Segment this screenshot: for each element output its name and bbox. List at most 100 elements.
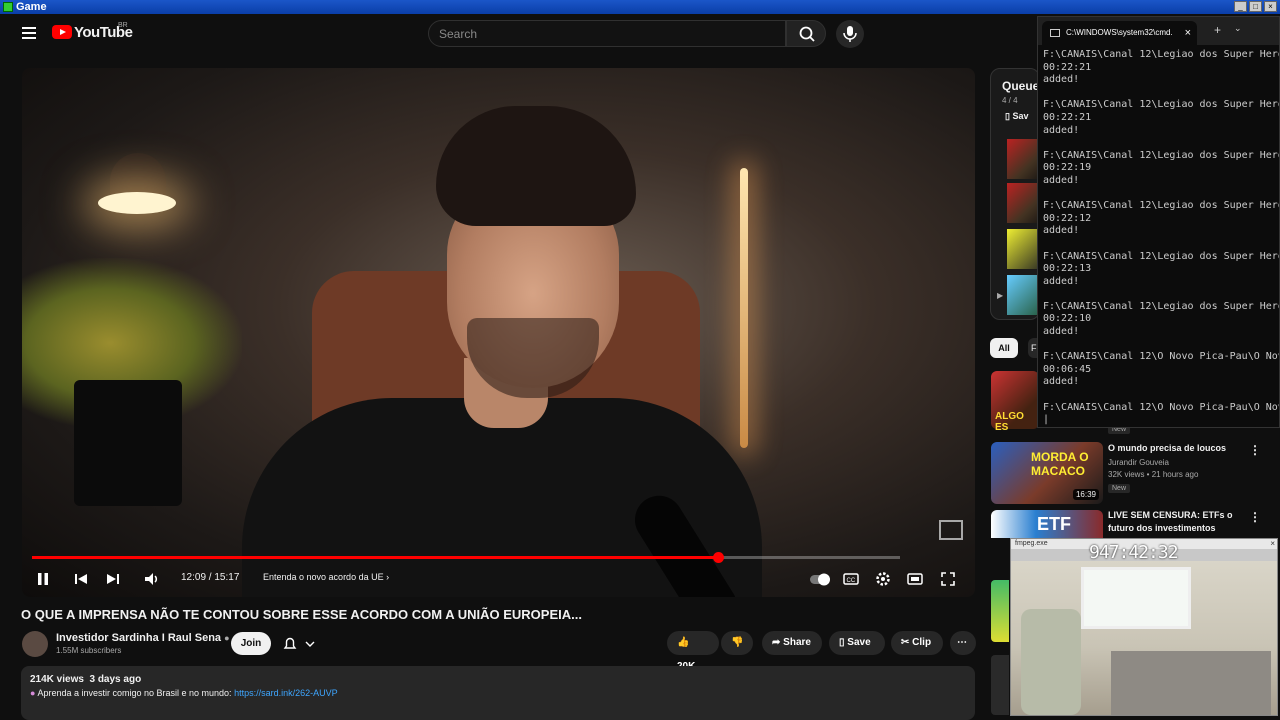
channel-avatar[interactable] (22, 631, 48, 657)
channel-name-text: Investidor Sardinha I Raul Sena (56, 632, 222, 644)
recommendation-title[interactable]: LIVE SEM CENSURA: ETFs o futuro dos inve… (1108, 509, 1248, 535)
cmd-line: added! (1043, 376, 1080, 388)
theater-mode-icon[interactable] (906, 570, 924, 588)
webcam-room-desk (1111, 651, 1271, 715)
clip-button[interactable]: ✂ Clip (891, 631, 943, 655)
webcam-close-icon[interactable]: × (1270, 539, 1275, 548)
more-actions-button[interactable]: ⋯ (950, 631, 976, 655)
recommendation-thumbnail[interactable]: ALGO ES (991, 371, 1039, 433)
cmd-line: 00:22:10 (1043, 313, 1092, 325)
thumbnail-text: ALGO ES (995, 411, 1024, 433)
video-duration: 16:39 (1072, 489, 1099, 500)
share-label: Share (783, 637, 811, 648)
autoplay-toggle-icon[interactable] (808, 570, 832, 588)
youtube-logo-icon[interactable] (52, 25, 72, 39)
progress-scrubber[interactable] (712, 552, 724, 563)
more-horizontal-icon: ⋯ (957, 637, 967, 648)
cmd-line: 00:22:19 (1043, 162, 1092, 174)
join-button[interactable]: Join (231, 632, 271, 655)
progress-bar[interactable] (32, 552, 900, 563)
save-label: Save (847, 637, 871, 648)
webcam-overlay[interactable]: fmpeg.exe × 947:42:32 (1010, 538, 1278, 716)
previous-icon[interactable] (72, 570, 90, 588)
close-button[interactable]: × (1264, 1, 1277, 12)
recommendation-thumbnail[interactable]: MORDA O MACACO 16:39 (991, 442, 1103, 504)
pause-icon[interactable] (34, 570, 52, 588)
cmd-line: added! (1043, 275, 1080, 287)
queue-save-button[interactable]: ▯ Sav (1005, 111, 1028, 122)
window-titlebar: Game _ □ × (0, 0, 1280, 14)
fullscreen-icon[interactable] (939, 570, 957, 588)
cmd-line (1043, 137, 1279, 150)
captions-icon[interactable]: CC (842, 570, 860, 588)
cmd-line: 00:22:21 (1043, 111, 1092, 123)
description-link[interactable]: https://sard.ink/262-AUVP (234, 688, 338, 698)
voice-search-button[interactable] (836, 20, 864, 48)
cmd-line (1043, 238, 1279, 251)
cmd-tab[interactable]: C:\WINDOWS\system32\cmd. × (1042, 21, 1197, 45)
new-tab-icon[interactable]: + (1214, 23, 1221, 37)
video-frame-lamp-glow (98, 192, 176, 214)
cmd-window[interactable]: C:\WINDOWS\system32\cmd. × + ⌄ F:\CANAIS… (1037, 16, 1280, 428)
views-and-date: 214K views 3 days ago (30, 674, 142, 685)
bookmark-icon: ▯ (839, 637, 845, 648)
recommendation-title[interactable]: O mundo precisa de loucos (1108, 442, 1248, 455)
subscriber-count: 1.55M subscribers (56, 646, 122, 655)
next-icon[interactable] (104, 570, 122, 588)
cmd-line: F:\CANAIS\Canal 12\Legiao dos Super Hero (1043, 300, 1280, 312)
thumb-down-icon: 👎 (731, 637, 744, 648)
progress-played (32, 556, 718, 559)
chapter-button[interactable]: Entenda o novo acordo da UE › (263, 572, 389, 582)
description-line: ● Aprenda a investir comigo no Brasil e … (30, 688, 338, 698)
more-vertical-icon[interactable]: ⋮ (1249, 443, 1261, 457)
like-button[interactable]: 👍 20K (667, 631, 719, 672)
dropdown-chevron-icon[interactable]: ⌄ (1234, 23, 1242, 34)
save-button[interactable]: ▯ Save (829, 631, 885, 655)
svg-text:CC: CC (847, 578, 856, 584)
clip-label: Clip (912, 637, 932, 648)
time-current: 12:09 (181, 572, 207, 583)
notification-bell-button[interactable] (280, 635, 320, 653)
window-title: Game (16, 1, 47, 13)
settings-gear-icon[interactable] (874, 570, 892, 588)
video-frame-pot (74, 380, 182, 506)
queue-count: 4 / 4 (1002, 96, 1018, 105)
maximize-button[interactable]: □ (1249, 1, 1262, 12)
search-button[interactable] (786, 20, 826, 47)
queue-panel[interactable] (990, 68, 1047, 320)
cmd-line: F:\CANAIS\Canal 12\Legiao dos Super Hero (1043, 49, 1280, 60)
queue-title: Queue (1002, 79, 1040, 93)
cmd-output: F:\CANAIS\Canal 12\Legiao dos Super Hero… (1043, 49, 1280, 427)
webcam-scene (1011, 561, 1277, 715)
recommendation-thumbnail[interactable] (991, 580, 1009, 642)
new-badge: New (1108, 484, 1131, 493)
channel-name[interactable]: Investidor Sardinha I Raul Sena ● (56, 632, 230, 644)
cmd-line: added! (1043, 225, 1080, 237)
recommendation-channel[interactable]: Jurandir Gouveia (1108, 457, 1169, 469)
search-icon (799, 26, 815, 42)
search-input[interactable]: Search (428, 20, 786, 47)
recommendation-thumbnail[interactable] (991, 655, 1009, 715)
cmd-line: added! (1043, 124, 1080, 136)
tab-close-icon[interactable]: × (1185, 21, 1191, 45)
more-vertical-icon[interactable]: ⋮ (1249, 510, 1261, 524)
cmd-line: F:\CANAIS\Canal 12\Legiao dos Super Hero (1043, 149, 1280, 161)
recommendation-thumbnail[interactable]: ETF (991, 510, 1103, 538)
share-button[interactable]: ➦ Share (762, 631, 822, 655)
thumbnail-text: ETF (1037, 514, 1071, 534)
scissors-icon: ✂ (901, 637, 910, 648)
channel-watermark-icon[interactable] (939, 520, 963, 540)
description-text: Aprenda a investir comigo no Brasil e no… (37, 688, 235, 698)
cmd-line (1043, 188, 1279, 201)
cmd-line: F:\CANAIS\Canal 12\Legiao dos Super Hero (1043, 99, 1280, 111)
hamburger-menu-icon[interactable] (22, 27, 36, 39)
filter-chip-all[interactable]: All (990, 338, 1018, 358)
dislike-button[interactable]: 👎 (721, 631, 753, 655)
thumbnail-text: MORDA O MACACO (1031, 450, 1089, 478)
region-label: BR (118, 22, 128, 29)
cmd-line (1043, 389, 1279, 402)
video-player[interactable]: 12:09 / 15:17 Entenda o novo acordo da U… (22, 68, 975, 597)
cmd-line (1043, 339, 1279, 352)
volume-icon[interactable] (143, 570, 161, 588)
minimize-button[interactable]: _ (1234, 1, 1247, 12)
